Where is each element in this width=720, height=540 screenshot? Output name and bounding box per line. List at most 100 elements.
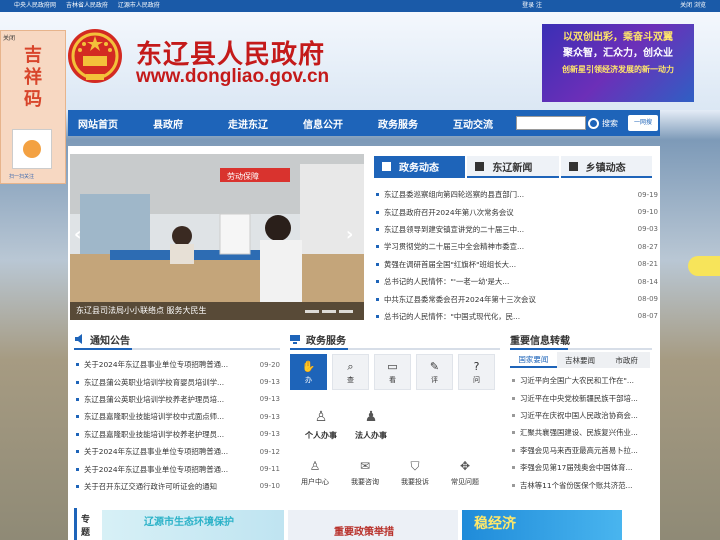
list-item[interactable]: 习近平在庆祝中国人民政治协商会... bbox=[510, 407, 652, 424]
list-item[interactable]: 李强会见第17届残奥会中国体育... bbox=[510, 459, 652, 476]
legal-entity-affairs-button[interactable]: ♟ 法人办事 bbox=[346, 408, 396, 441]
nav-about-dongliao[interactable]: 走进东辽 bbox=[228, 116, 293, 131]
list-item[interactable]: 东辽县委巡察组向第四轮巡察的县直部门... 09-19 bbox=[374, 186, 658, 203]
service-label: 法人办事 bbox=[355, 431, 387, 440]
carousel-dot[interactable] bbox=[322, 310, 336, 313]
special-banner-eco[interactable]: 辽源市生态环境保护 bbox=[102, 510, 284, 540]
news-title[interactable]: 总书记的人民情怀："'一老一幼'是大... bbox=[374, 276, 509, 287]
list-item[interactable]: 东辽县领导到建安镇宣讲党的二十届三中... 09-03 bbox=[374, 221, 658, 238]
left-floating-ad[interactable]: 关闭 吉祥码 扫一扫关注 bbox=[0, 30, 66, 184]
list-item[interactable]: 东辽县蒲公英职业培训学校育婴员培训学... 09-13 bbox=[74, 373, 280, 390]
carousel-prev-icon[interactable]: ‹ bbox=[74, 224, 81, 245]
tab-dongliao-news[interactable]: 东辽新闻 bbox=[467, 156, 559, 178]
service-label: 用户中心 bbox=[301, 478, 329, 486]
service-view-button[interactable]: ▭ 看 bbox=[374, 354, 411, 390]
list-item[interactable]: 中共东辽县委常委会召开2024年第十三次会议 08-09 bbox=[374, 290, 658, 307]
login-link[interactable]: 登录 注 bbox=[522, 0, 542, 12]
list-item[interactable]: 东辽县蒲公英职业培训学校养老护理员培... 09-13 bbox=[74, 391, 280, 408]
list-item[interactable]: 关于召开东辽交通行政许可听证会的通知 09-10 bbox=[74, 478, 280, 495]
tab-gov-news[interactable]: 政务动态 bbox=[374, 156, 466, 178]
top-link-liaoyuan-gov[interactable]: 辽源市人民政府 bbox=[118, 2, 160, 9]
news-title[interactable]: 东辽县政府召开2024年第八次常务会议 bbox=[374, 207, 514, 218]
notice-title[interactable]: 关于2024年东辽县事业单位专项招聘普通... bbox=[74, 464, 228, 475]
nav-interaction[interactable]: 互动交流 bbox=[453, 116, 518, 131]
list-item[interactable]: 习近平向全国广大农民和工作在"... bbox=[510, 372, 652, 389]
service-rate-button[interactable]: ✎ 评 bbox=[416, 354, 453, 390]
list-item[interactable]: 学习贯彻党的二十届三中全会精神市委宣... 08-27 bbox=[374, 238, 658, 255]
nav-home[interactable]: 网站首页 bbox=[78, 116, 143, 131]
notice-title[interactable]: 关于2024年东辽县事业单位专项招聘普通... bbox=[74, 359, 228, 370]
key-info-title[interactable]: 习近平在中央党校新疆民族干部培... bbox=[510, 393, 638, 404]
news-title[interactable]: 中共东辽县委常委会召开2024年第十三次会议 bbox=[374, 294, 536, 305]
news-carousel[interactable]: 劳动保障 ‹ › 东辽县司法局小小联络点 服务大民生 bbox=[70, 154, 364, 320]
nav-gov-services[interactable]: 政务服务 bbox=[378, 116, 443, 131]
nav-info-disclosure[interactable]: 信息公开 bbox=[303, 116, 368, 131]
list-item[interactable]: 吉林等11个省份医保个账共济范... bbox=[510, 476, 652, 493]
list-item[interactable]: 汇聚共襄强国建设、民族复兴伟业... bbox=[510, 424, 652, 441]
services-heading-label: 政务服务 bbox=[306, 335, 346, 347]
carousel-dots bbox=[302, 310, 353, 313]
top-link-jilin-gov[interactable]: 吉林省人民政府 bbox=[66, 2, 108, 9]
list-item[interactable]: 东辽县嘉隆职业技能培训学校中式面点师... 09-13 bbox=[74, 408, 280, 425]
key-info-title[interactable]: 习近平在庆祝中国人民政治协商会... bbox=[510, 410, 638, 421]
consult-button[interactable]: ✉ 我要咨询 bbox=[340, 458, 390, 487]
list-item[interactable]: 习近平在中央党校新疆民族干部培... bbox=[510, 389, 652, 406]
user-icon: ♙ bbox=[309, 459, 321, 473]
key-info-title[interactable]: 李强会见第17届残奥会中国体育... bbox=[510, 462, 633, 473]
news-title[interactable]: 东辽县委巡察组向第四轮巡察的县直部门... bbox=[374, 189, 524, 200]
search-input[interactable] bbox=[516, 116, 586, 130]
notice-title[interactable]: 关于2024年东辽县事业单位专项招聘普通... bbox=[74, 446, 228, 457]
news-title[interactable]: 东辽县领导到建安镇宣讲党的二十届三中... bbox=[374, 224, 524, 235]
list-item[interactable]: 黄强在调研首届全国"红旗杯"班组长大... 08-21 bbox=[374, 256, 658, 273]
monitor-icon bbox=[290, 335, 300, 344]
special-banner-economy[interactable]: 稳经济 bbox=[462, 510, 622, 540]
tab-city-gov[interactable]: 市政府 bbox=[603, 352, 650, 368]
header-banner-ad[interactable]: 以双创出彩，乘奋斗双翼 聚众智，汇众力，创众业 创新星引领经济发展的新一动力 bbox=[542, 24, 694, 102]
key-info-title[interactable]: 李强会见马来西亚最高元首易卜拉... bbox=[510, 445, 638, 456]
key-info-heading-label: 重要信息转载 bbox=[510, 335, 570, 347]
key-info-title[interactable]: 习近平向全国广大农民和工作在"... bbox=[510, 375, 634, 386]
search-button[interactable]: 搜索 bbox=[588, 115, 618, 131]
news-title[interactable]: 总书记的人民情怀："中国式现代化，民... bbox=[374, 311, 520, 322]
carousel-dot[interactable] bbox=[339, 310, 353, 313]
special-banner-policy[interactable]: 重要政策举措 bbox=[288, 510, 458, 540]
banner-line-3: 创新星引领经济发展的新一动力 bbox=[562, 65, 674, 74]
top-link-central-gov[interactable]: 中央人民政府网 bbox=[14, 2, 56, 9]
list-item[interactable]: 总书记的人民情怀："'一老一幼'是大... 08-14 bbox=[374, 273, 658, 290]
close-float-link[interactable]: 关闭 浏览 bbox=[680, 0, 706, 12]
list-item[interactable]: 东辽县嘉隆职业技能培训学校养老护理员... 09-13 bbox=[74, 426, 280, 443]
tab-township-news[interactable]: 乡镇动态 bbox=[560, 156, 652, 178]
key-info-title[interactable]: 汇聚共襄强国建设、民族复兴伟业... bbox=[510, 427, 638, 438]
news-title[interactable]: 黄强在调研首届全国"红旗杯"班组长大... bbox=[374, 259, 516, 270]
left-float-close[interactable]: 关闭 bbox=[3, 33, 15, 42]
list-item[interactable]: 李强会见马来西亚最高元首易卜拉... bbox=[510, 442, 652, 459]
list-item[interactable]: 关于2024年东辽县事业单位专项招聘普通... 09-11 bbox=[74, 460, 280, 477]
notice-title[interactable]: 关于召开东辽交通行政许可听证会的通知 bbox=[74, 481, 217, 492]
notice-title[interactable]: 东辽县蒲公英职业培训学校育婴员培训学... bbox=[74, 377, 224, 388]
qr-caption: 扫一扫关注 bbox=[9, 174, 35, 180]
news-title[interactable]: 学习贯彻党的二十届三中全会精神市委宣... bbox=[374, 241, 524, 252]
right-float-badge[interactable] bbox=[688, 256, 720, 276]
complaint-button[interactable]: ⛉ 我要投诉 bbox=[390, 458, 440, 487]
list-item[interactable]: 东辽县政府召开2024年第八次常务会议 09-10 bbox=[374, 203, 658, 220]
one-search-button[interactable]: 一网搜 bbox=[628, 115, 658, 131]
service-ask-button[interactable]: ? 问 bbox=[458, 354, 495, 390]
tab-national-news[interactable]: 国家要闻 bbox=[510, 352, 557, 368]
list-item[interactable]: 总书记的人民情怀："中国式现代化，民... 08-07 bbox=[374, 308, 658, 325]
notice-title[interactable]: 东辽县蒲公英职业培训学校养老护理员培... bbox=[74, 394, 224, 405]
key-info-title[interactable]: 吉林等11个省份医保个账共济范... bbox=[510, 480, 633, 491]
user-center-button[interactable]: ♙ 用户中心 bbox=[290, 458, 340, 487]
notice-title[interactable]: 东辽县嘉隆职业技能培训学校养老护理员... bbox=[74, 429, 224, 440]
service-handle-button[interactable]: ✋ 办 bbox=[290, 354, 327, 390]
list-item[interactable]: 关于2024年东辽县事业单位专项招聘普通... 09-20 bbox=[74, 356, 280, 373]
service-query-button[interactable]: ⌕ 查 bbox=[332, 354, 369, 390]
faq-button[interactable]: ✥ 常见问题 bbox=[440, 458, 490, 487]
tab-jilin-news[interactable]: 吉林要闻 bbox=[557, 352, 604, 368]
list-item[interactable]: 关于2024年东辽县事业单位专项招聘普通... 09-12 bbox=[74, 443, 280, 460]
personal-affairs-button[interactable]: ♙ 个人办事 bbox=[296, 408, 346, 441]
notice-title[interactable]: 东辽县嘉隆职业技能培训学校中式面点师... bbox=[74, 411, 224, 422]
nav-county-gov[interactable]: 县政府 bbox=[153, 116, 218, 131]
carousel-next-icon[interactable]: › bbox=[346, 224, 353, 245]
key-info-list: 习近平向全国广大农民和工作在"... 习近平在中央党校新疆民族干部培... 习近… bbox=[510, 372, 652, 494]
carousel-dot[interactable] bbox=[305, 310, 319, 313]
